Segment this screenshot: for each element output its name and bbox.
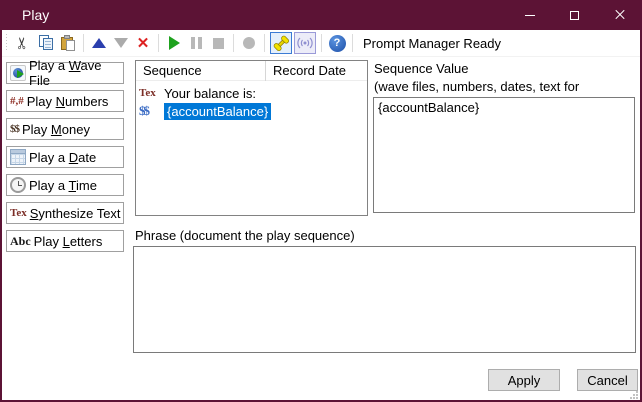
sidebar-item-label: Play Money [22,122,90,137]
sidebar-item-synthesize-text[interactable]: Tex Synthesize Text [6,202,124,224]
sidebar-item-play-time[interactable]: Play a Time [6,174,124,196]
text-item-icon: Tex [139,87,161,99]
record-button[interactable] [239,32,259,54]
phone-mode-toggle[interactable] [270,32,292,54]
sequence-value-input[interactable]: {accountBalance} [373,97,635,213]
window-title: Play [0,7,507,23]
sequence-list: Sequence Record Date Tex Your balance is… [135,60,368,216]
toolbar-separator [264,34,265,52]
toolbar-grip[interactable] [4,34,9,52]
cut-button[interactable]: ✂ [14,32,34,54]
stop-button[interactable] [208,32,228,54]
delete-x-icon: ✕ [137,36,150,51]
pause-button[interactable] [186,32,206,54]
sidebar-item-label: Play a Date [29,150,96,165]
play-icon [169,36,180,50]
toolbar-separator [233,34,234,52]
paste-button[interactable] [58,32,78,54]
sidebar-item-label: Play Letters [34,234,103,249]
sidebar-item-label: Synthesize Text [30,206,121,221]
sidebar-item-label: Play a Wave File [29,58,123,88]
close-button[interactable] [597,0,642,30]
clock-icon [10,177,26,193]
phrase-input[interactable] [133,246,636,353]
sidebar-item-play-numbers[interactable]: #,# Play Numbers [6,90,124,112]
list-item[interactable]: $$ {accountBalance} [136,102,367,120]
list-item-text-selected: {accountBalance} [164,103,271,120]
money-icon: $$ [10,124,19,135]
sidebar-item-play-wave-file[interactable]: Play a Wave File [6,62,124,84]
wave-file-icon [10,65,26,81]
delete-button[interactable]: ✕ [133,32,153,54]
sound-wave-icon [297,35,313,51]
help-icon: ? [329,35,346,52]
voice-wave-toggle[interactable] [294,32,316,54]
help-button[interactable]: ? [327,32,347,54]
list-item[interactable]: Tex Your balance is: [136,84,367,102]
sequence-list-header: Sequence Record Date [136,61,367,81]
copy-icon [38,35,54,51]
sidebar-item-play-date[interactable]: Play a Date [6,146,124,168]
sidebar-item-play-money[interactable]: $$ Play Money [6,118,124,140]
column-header-record-date[interactable]: Record Date [266,63,346,78]
toolbar-separator [158,34,159,52]
toolbar: ✂ ✕ [2,30,640,57]
status-text: Prompt Manager Ready [363,36,501,51]
maximize-button[interactable] [552,0,597,30]
apply-button[interactable]: Apply [488,369,560,391]
title-bar: Play [0,0,642,30]
close-icon [615,10,625,20]
sidebar: Play a Wave File #,# Play Numbers $$ Pla… [6,62,124,252]
minimize-button[interactable] [507,0,552,30]
play-dialog: Play ✂ ✕ [0,0,642,402]
resize-grip[interactable] [629,390,638,399]
letters-icon: Abc [10,235,31,247]
money-item-icon: $$ [139,103,161,119]
toolbar-separator [83,34,84,52]
cancel-button[interactable]: Cancel [577,369,638,391]
pause-icon [191,37,202,49]
move-up-button[interactable] [89,32,109,54]
arrow-down-icon [114,38,128,48]
scissors-icon: ✂ [16,36,32,49]
minimize-icon [525,15,535,16]
list-item-text: Your balance is: [164,86,256,101]
maximize-icon [570,11,579,20]
sidebar-item-label: Play a Time [29,178,97,193]
record-icon [243,37,255,49]
copy-button[interactable] [36,32,56,54]
synthesize-text-icon: Tex [10,208,27,219]
paste-icon [60,35,76,51]
move-down-button[interactable] [111,32,131,54]
toolbar-separator [321,34,322,52]
phone-icon [273,35,289,51]
phrase-label: Phrase (document the play sequence) [135,228,355,243]
sequence-rows: Tex Your balance is: $$ {accountBalance} [136,81,367,120]
column-header-sequence[interactable]: Sequence [136,63,265,78]
sidebar-item-play-letters[interactable]: Abc Play Letters [6,230,124,252]
arrow-up-icon [92,38,106,48]
numbers-icon: #,# [10,96,24,107]
calendar-icon [10,149,26,165]
play-button[interactable] [164,32,184,54]
toolbar-separator [352,34,353,52]
sidebar-item-label: Play Numbers [27,94,109,109]
stop-icon [213,38,224,49]
sequence-value-title: Sequence Value [374,60,640,78]
